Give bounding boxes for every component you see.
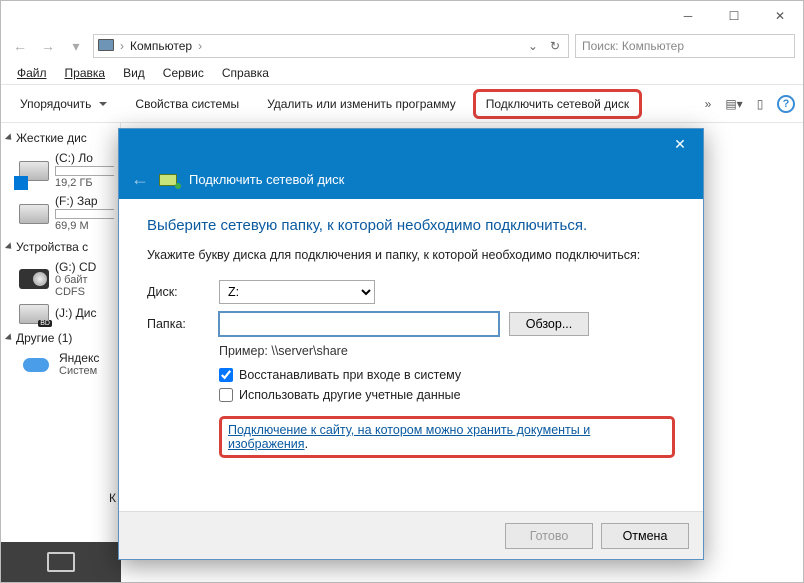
toolbar: Упорядочить Свойства системы Удалить или…	[1, 85, 803, 123]
other-credentials-label: Использовать другие учетные данные	[239, 388, 461, 402]
search-input[interactable]: Поиск: Компьютер	[575, 34, 795, 58]
drive-f-label: (F:) Зар	[55, 195, 114, 208]
dialog-title: Подключить сетевой диск	[189, 172, 344, 187]
yadisk-label: Яндекс	[59, 352, 99, 365]
nav-dropdown-button[interactable]: ▾	[65, 35, 87, 57]
browse-button[interactable]: Обзор...	[509, 312, 589, 336]
address-bar[interactable]: › Компьютер › ⌄ ↻	[93, 34, 569, 58]
menu-view[interactable]: Вид	[115, 64, 153, 82]
cloud-icon	[23, 355, 53, 375]
drive-g-size: 0 байт	[55, 274, 96, 286]
dialog-header: ← Подключить сетевой диск	[119, 159, 703, 199]
status-bar	[1, 542, 121, 582]
nav-back-button[interactable]: ←	[9, 35, 31, 57]
dialog-instruction: Укажите букву диска для подключения и па…	[147, 248, 675, 262]
reconnect-checkbox[interactable]	[219, 368, 233, 382]
yandex-disk[interactable]: Яндекс Систем	[1, 349, 120, 380]
drive-f-size: 69,9 М	[55, 220, 114, 232]
dialog-back-button[interactable]: ←	[131, 169, 149, 190]
dialog-heading: Выберите сетевую папку, к которой необхо…	[147, 217, 675, 234]
computer-icon	[98, 39, 114, 51]
preview-pane-icon[interactable]: ▯	[751, 95, 769, 113]
breadcrumb-sep: ›	[118, 39, 126, 53]
menu-help[interactable]: Справка	[214, 64, 277, 82]
example-text: Пример: \\server\share	[219, 344, 675, 358]
drive-j[interactable]: (J:) Дис	[1, 301, 120, 327]
dialog-titlebar: ✕	[119, 129, 703, 159]
map-network-drive-button[interactable]: Подключить сетевой диск	[473, 89, 642, 119]
drive-label: Диск:	[147, 285, 219, 299]
dialog-footer: Готово Отмена	[119, 511, 703, 559]
close-button[interactable]: ✕	[757, 1, 803, 31]
connect-website-link-box: Подключение к сайту, на котором можно хр…	[219, 416, 675, 458]
drive-list: Жесткие дис (C:) Ло 19,2 ГБ (F:) Зар 69,…	[1, 123, 121, 582]
drive-j-label: (J:) Дис	[55, 307, 97, 320]
yadisk-sub: Систем	[59, 365, 99, 377]
stray-text: К	[109, 491, 116, 505]
folder-label: Папка:	[147, 317, 219, 331]
menu-tools[interactable]: Сервис	[155, 64, 212, 82]
search-placeholder: Поиск: Компьютер	[582, 39, 684, 53]
drive-select[interactable]: Z:	[219, 280, 375, 304]
uninstall-program-button[interactable]: Удалить или изменить программу	[256, 92, 467, 116]
overflow-chevron-icon[interactable]: »	[699, 95, 717, 113]
drive-c-size: 19,2 ГБ	[55, 177, 114, 189]
cancel-button[interactable]: Отмена	[601, 523, 689, 549]
dialog-body: Выберите сетевую папку, к которой необхо…	[119, 199, 703, 476]
dialog-close-button[interactable]: ✕	[657, 129, 703, 159]
bd-drive-icon	[19, 304, 49, 324]
reconnect-label: Восстанавливать при входе в систему	[239, 368, 461, 382]
hdd-icon	[19, 161, 49, 181]
group-other[interactable]: Другие (1)	[1, 327, 120, 349]
connect-website-link[interactable]: Подключение к сайту, на котором можно хр…	[228, 423, 590, 451]
menu-bar: Файл Правка Вид Сервис Справка	[1, 61, 803, 85]
folder-input[interactable]	[219, 312, 499, 336]
help-icon[interactable]: ?	[777, 95, 795, 113]
menu-file[interactable]: Файл	[9, 64, 55, 82]
window-titlebar: ─ ☐ ✕	[1, 1, 803, 31]
network-drive-icon	[159, 171, 179, 187]
breadcrumb-computer[interactable]: Компьютер	[130, 39, 192, 53]
computer-status-icon	[47, 552, 75, 572]
minimize-button[interactable]: ─	[665, 1, 711, 31]
drive-c[interactable]: (C:) Ло 19,2 ГБ	[1, 149, 120, 192]
menu-edit[interactable]: Правка	[57, 64, 114, 82]
group-hard-drives[interactable]: Жесткие дис	[1, 127, 120, 149]
map-network-drive-dialog: ✕ ← Подключить сетевой диск Выберите сет…	[118, 128, 704, 560]
drive-g[interactable]: (G:) CD 0 байт CDFS	[1, 258, 120, 301]
maximize-button[interactable]: ☐	[711, 1, 757, 31]
other-credentials-checkbox[interactable]	[219, 388, 233, 402]
group-devices[interactable]: Устройства с	[1, 236, 120, 258]
address-row: ← → ▾ › Компьютер › ⌄ ↻ Поиск: Компьютер	[1, 31, 803, 61]
view-options-icon[interactable]: ▤▾	[725, 95, 743, 113]
finish-button[interactable]: Готово	[505, 523, 593, 549]
cd-drive-icon	[19, 269, 49, 289]
hdd-icon	[19, 204, 49, 224]
organize-button[interactable]: Упорядочить	[9, 92, 118, 116]
system-properties-button[interactable]: Свойства системы	[124, 92, 250, 116]
nav-forward-button[interactable]: →	[37, 35, 59, 57]
address-dropdown-icon[interactable]: ⌄	[524, 39, 542, 53]
breadcrumb-sep: ›	[196, 39, 204, 53]
drive-g-fs: CDFS	[55, 286, 96, 298]
drive-f[interactable]: (F:) Зар 69,9 М	[1, 192, 120, 235]
drive-c-label: (C:) Ло	[55, 152, 114, 165]
refresh-icon[interactable]: ↻	[546, 39, 564, 53]
drive-g-label: (G:) CD	[55, 261, 96, 274]
